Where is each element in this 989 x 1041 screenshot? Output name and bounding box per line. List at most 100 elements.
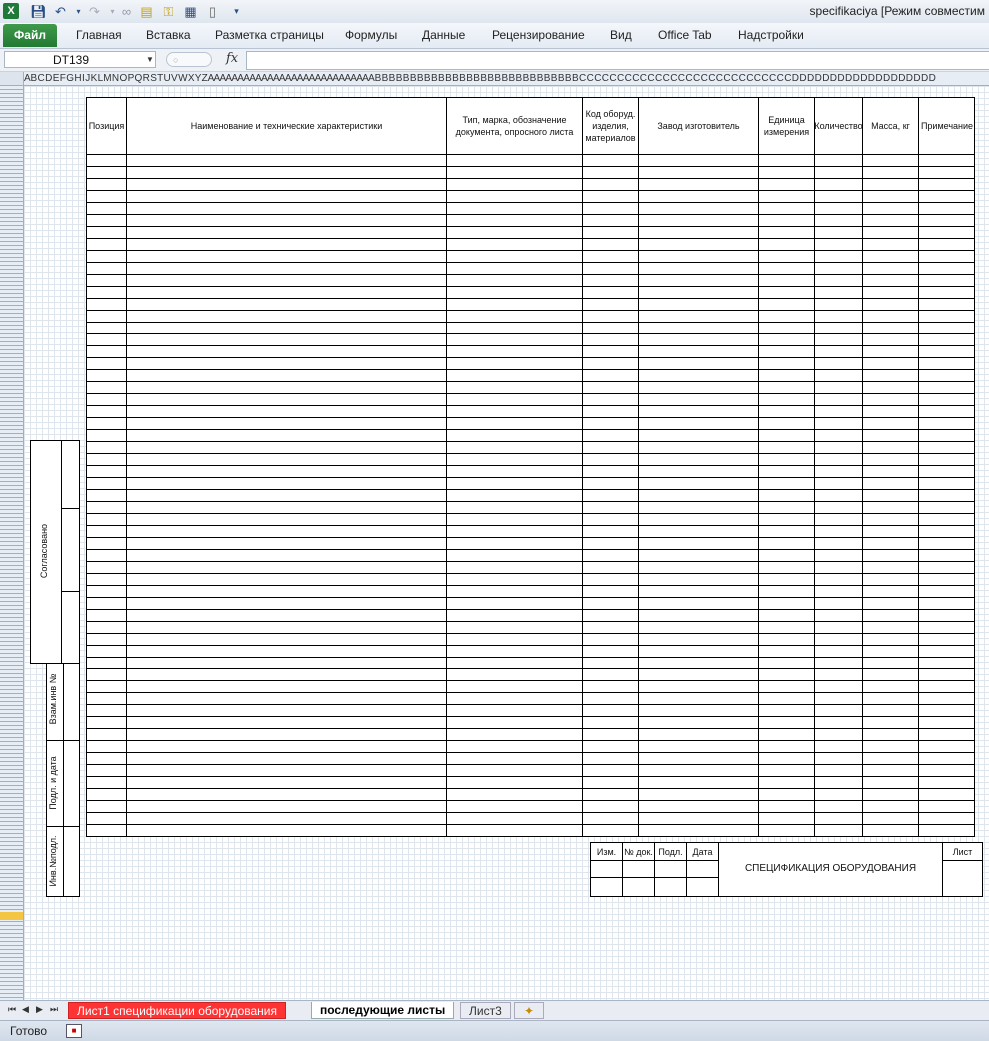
- table-row: [87, 489, 974, 490]
- table-row: [87, 668, 974, 669]
- undo-dropdown-icon[interactable]: ▾: [70, 3, 87, 20]
- table-row: [87, 561, 974, 562]
- doc-no-label: № док.: [624, 847, 653, 857]
- column-header[interactable]: A B C D E F G H I J K L M N O P Q R S T …: [0, 72, 989, 86]
- insert-sheet-icon[interactable]: ✦: [514, 1002, 544, 1019]
- table-row: [87, 680, 974, 681]
- tab-insert[interactable]: Вставка: [146, 28, 191, 42]
- macro-record-icon[interactable]: ■: [66, 1024, 82, 1038]
- tab-office-tab[interactable]: Office Tab: [658, 28, 712, 42]
- sheet-tab-2[interactable]: последующие листы: [311, 1002, 455, 1019]
- spec-table: Позиция Наименование и технические харак…: [86, 97, 975, 837]
- table-row: [87, 645, 974, 646]
- table-row: [87, 190, 974, 191]
- sheet-tabs-bar: ⏮︎ ◀ ▶ ⏭︎ Лист1 спецификации оборудовани…: [0, 1000, 989, 1020]
- table-row: [87, 178, 974, 179]
- document-title: СПЕЦИФИКАЦИЯ ОБОРУДОВАНИЯ: [744, 863, 917, 874]
- table-row: [87, 740, 974, 741]
- excel-icon[interactable]: X: [3, 3, 19, 19]
- tab-review[interactable]: Рецензирование: [492, 28, 585, 42]
- sheet-tab-3[interactable]: Лист3: [460, 1002, 511, 1019]
- table-row: [87, 513, 974, 514]
- header-unit: Единица измерения: [763, 115, 810, 137]
- formula-bar: DT139 ▼ ○ fx: [0, 49, 989, 72]
- title-bar: X 💾︎ ↶ ▾ ↷ ▾ ∞ ▤ ⚿ ▦ ▯ ▾ specifikaciya […: [0, 0, 989, 24]
- table-row: [87, 692, 974, 693]
- table-row: [87, 166, 974, 167]
- table-row: [87, 657, 974, 658]
- header-note: Примечание: [920, 121, 974, 131]
- table-row: [87, 429, 974, 430]
- table-icon[interactable]: ▦: [182, 3, 199, 20]
- tab-page-layout[interactable]: Разметка страницы: [215, 28, 324, 42]
- table-row: [87, 824, 974, 825]
- inv-podl-label: Инв.№подл.: [48, 835, 58, 887]
- date-label: Дата: [692, 847, 713, 857]
- customize-icon[interactable]: ▾: [228, 3, 245, 20]
- table-row: [87, 381, 974, 382]
- worksheet-grid[interactable]: Позиция Наименование и технические харак…: [24, 86, 989, 1000]
- table-row: [87, 393, 974, 394]
- podp-data-label: Подл. и дата: [48, 756, 58, 810]
- formula-zoom-control[interactable]: ○: [166, 52, 212, 67]
- select-all-corner[interactable]: [0, 72, 24, 85]
- print-preview-icon[interactable]: ▤: [138, 3, 155, 20]
- formula-input[interactable]: [246, 51, 989, 70]
- sheet-tab-1[interactable]: Лист1 спецификации оборудования: [68, 1002, 286, 1019]
- row-header[interactable]: [0, 86, 24, 1000]
- table-row: [87, 298, 974, 299]
- rev-label: Изм.: [596, 847, 617, 857]
- tab-formulas[interactable]: Формулы: [345, 28, 397, 42]
- table-row: [87, 262, 974, 263]
- tab-home[interactable]: Главная: [76, 28, 122, 42]
- undo-icon[interactable]: ↶: [52, 3, 69, 20]
- table-row: [87, 405, 974, 406]
- table-row: [87, 597, 974, 598]
- table-row: [87, 585, 974, 586]
- tab-addins[interactable]: Надстройки: [738, 28, 804, 42]
- column-letters: A B C D E F G H I J K L M N O P Q R S T …: [24, 73, 936, 84]
- table-row: [87, 441, 974, 442]
- tab-file[interactable]: Файл: [3, 24, 57, 47]
- vzam-inv-label: Взам.инв №: [48, 673, 58, 725]
- table-row: [87, 764, 974, 765]
- insert-function-button[interactable]: fx: [226, 51, 238, 66]
- key-icon[interactable]: ⚿: [160, 3, 177, 20]
- tab-view[interactable]: Вид: [610, 28, 632, 42]
- link-icon[interactable]: ∞: [118, 3, 135, 20]
- new-doc-icon[interactable]: ▯: [204, 3, 221, 20]
- table-row: [87, 322, 974, 323]
- table-row: [87, 800, 974, 801]
- table-row: [87, 537, 974, 538]
- table-row: [87, 154, 974, 155]
- status-bar: Готово ■: [0, 1020, 989, 1041]
- header-type: Тип, марка, обозначение документа, опрос…: [455, 115, 574, 137]
- next-sheet-icon[interactable]: ▶: [36, 1004, 43, 1015]
- status-ready: Готово: [10, 1024, 48, 1038]
- chevron-down-icon[interactable]: ▼: [146, 55, 154, 64]
- table-row: [87, 453, 974, 454]
- table-row: [87, 716, 974, 717]
- redo-icon[interactable]: ↷: [86, 3, 103, 20]
- table-row: [87, 501, 974, 502]
- header-code: Код оборуд. изделия, материалов: [585, 109, 636, 143]
- table-row: [87, 465, 974, 466]
- name-box[interactable]: DT139: [4, 51, 156, 68]
- selected-row-marker: [0, 912, 23, 920]
- table-row: [87, 274, 974, 275]
- table-row: [87, 704, 974, 705]
- table-row: [87, 286, 974, 287]
- table-row: [87, 417, 974, 418]
- first-sheet-icon[interactable]: ⏮︎: [8, 1004, 16, 1015]
- table-row: [87, 609, 974, 610]
- sheet-label: Лист: [952, 847, 973, 857]
- prev-sheet-icon[interactable]: ◀: [22, 1004, 29, 1015]
- sign-label: Подл.: [658, 847, 683, 857]
- table-row: [87, 477, 974, 478]
- tab-data[interactable]: Данные: [422, 28, 465, 42]
- save-icon[interactable]: 💾︎: [30, 3, 47, 20]
- table-row: [87, 226, 974, 227]
- header-position: Позиция: [88, 121, 125, 131]
- last-sheet-icon[interactable]: ⏭︎: [50, 1004, 58, 1015]
- table-row: [87, 621, 974, 622]
